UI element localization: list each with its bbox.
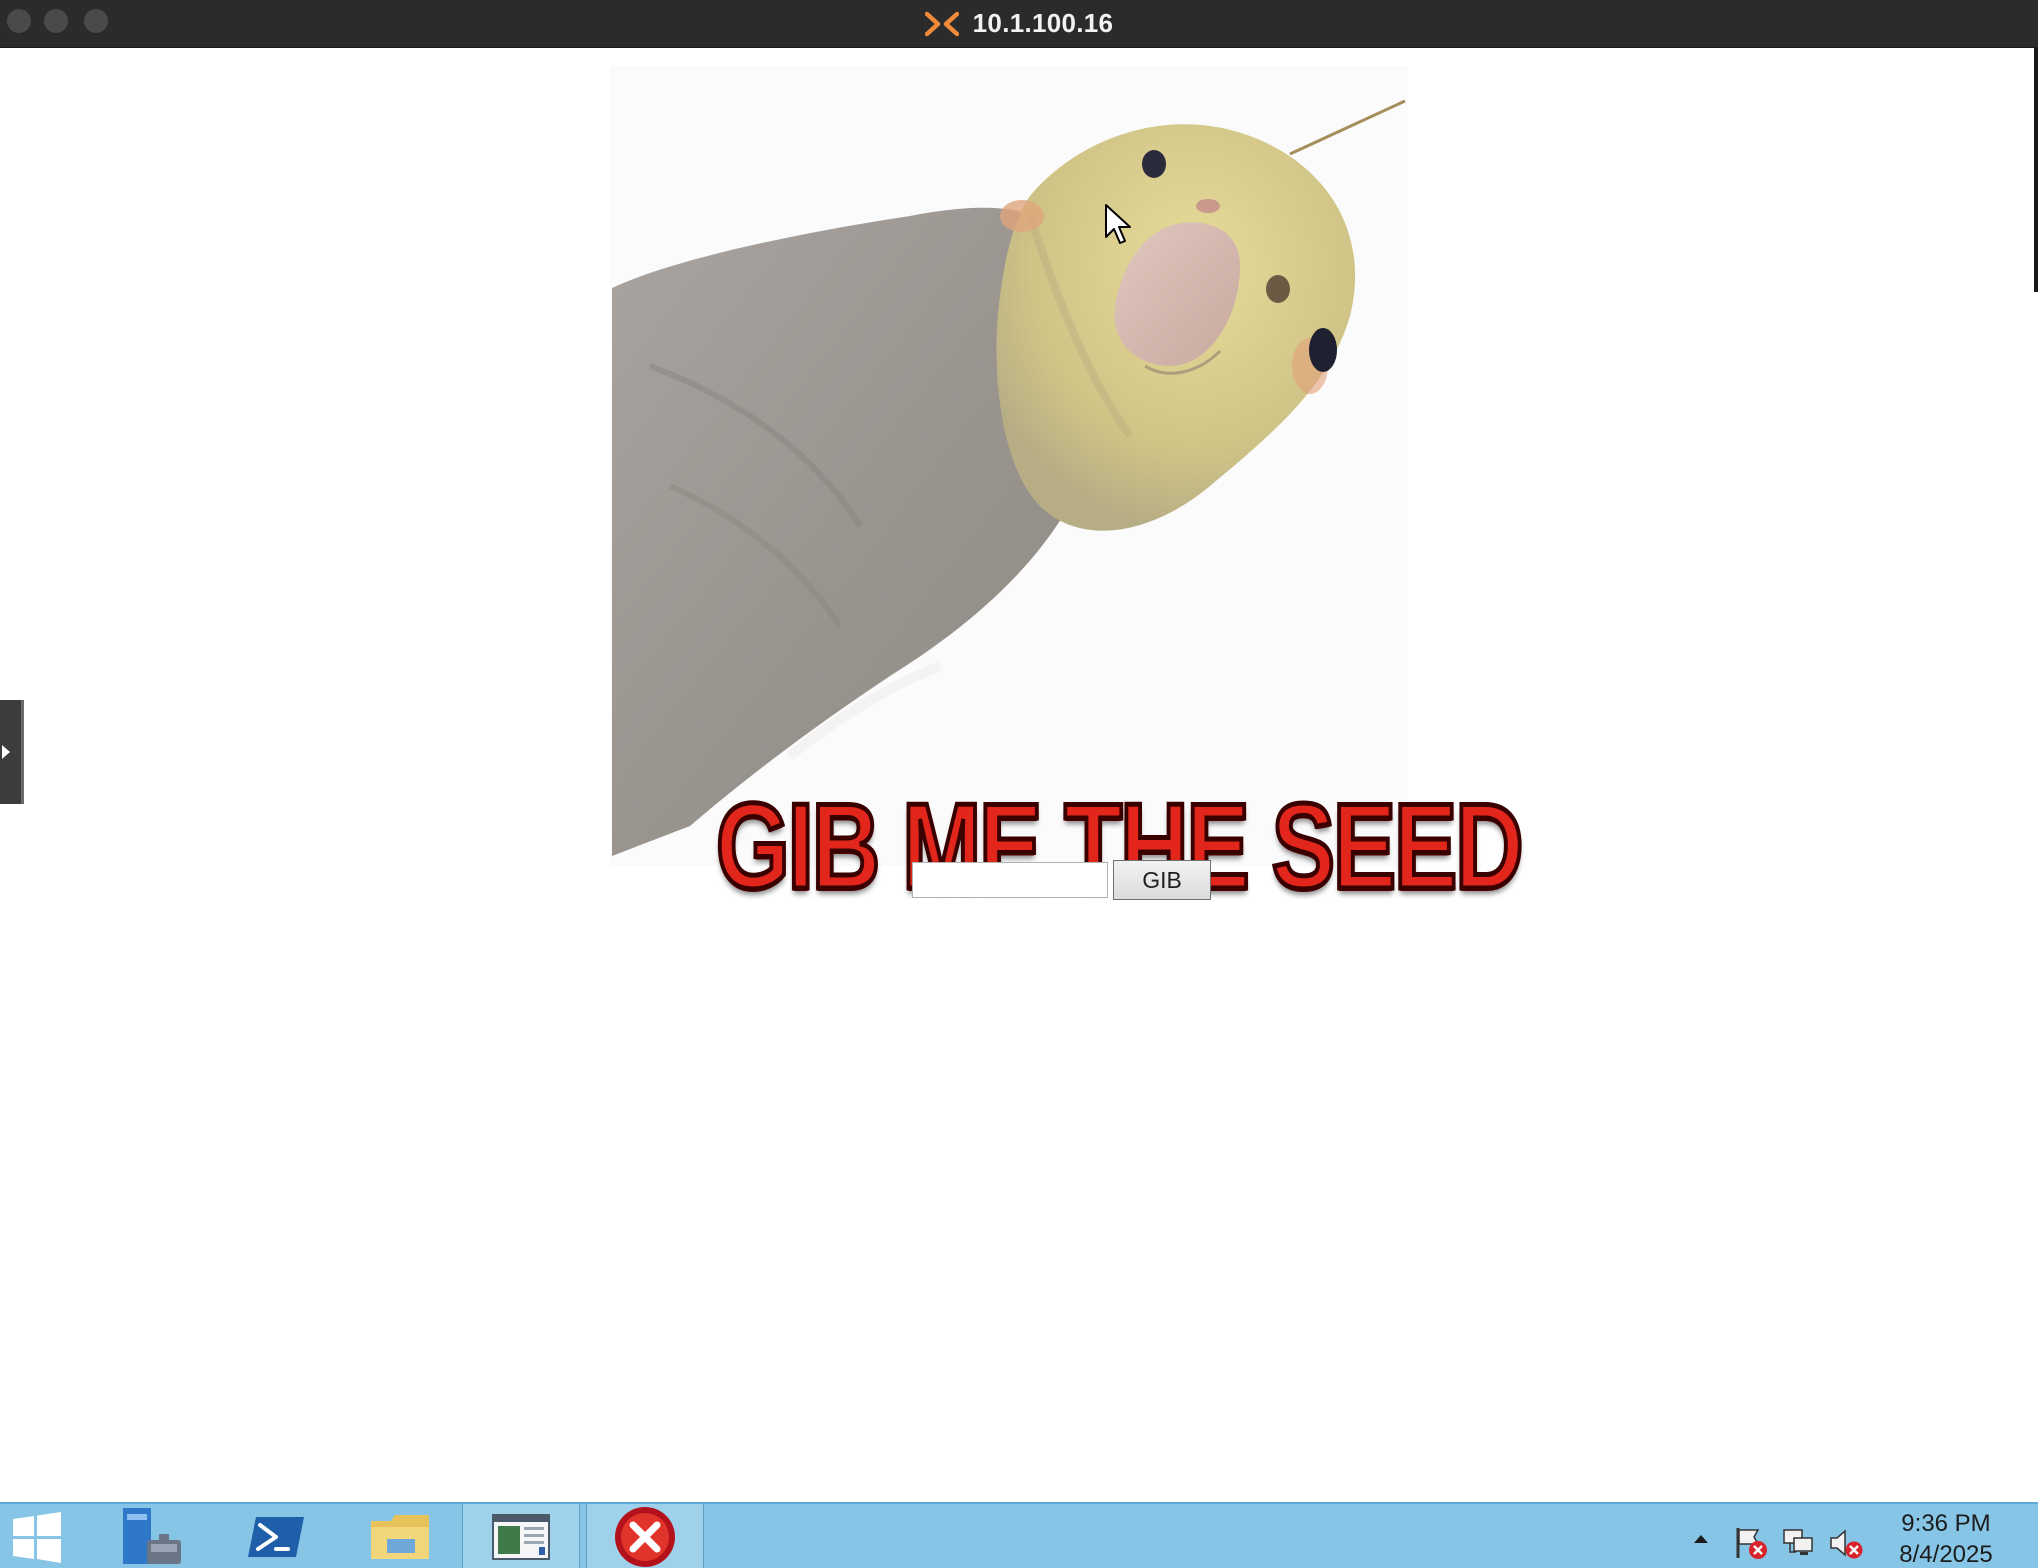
mouse-cursor-icon — [1105, 204, 1131, 244]
rdp-x-logo-icon — [924, 11, 959, 36]
taskbar-file-explorer[interactable] — [358, 1504, 442, 1568]
gib-button[interactable]: GIB — [1113, 860, 1211, 900]
side-panel-toggle[interactable] — [0, 700, 24, 804]
taskbar-server-manager[interactable] — [112, 1504, 192, 1568]
taskbar-error-window[interactable] — [586, 1504, 704, 1568]
chevron-up-icon[interactable] — [1693, 1534, 1709, 1544]
server-manager-icon — [123, 1508, 181, 1564]
network-icon[interactable] — [1782, 1526, 1816, 1560]
error-x-icon — [615, 1507, 675, 1567]
clock-time: 9:36 PM — [1901, 1510, 1991, 1537]
scrollbar-edge[interactable] — [2034, 48, 2038, 292]
browser-window-icon — [492, 1514, 550, 1560]
windows-start-icon — [13, 1512, 61, 1563]
remote-desktop-area[interactable]: GIB ME THE SEED GIB — [0, 48, 2038, 1502]
seed-input[interactable] — [912, 862, 1108, 898]
speaker-muted-icon[interactable] — [1828, 1526, 1864, 1560]
chevron-right-icon — [2, 745, 10, 759]
windows-taskbar: 9:36 PM 8/4/2025 — [0, 1502, 2038, 1568]
window-title: 10.1.100.16 — [972, 8, 1114, 38]
taskbar-browser-window[interactable] — [462, 1504, 580, 1568]
start-button[interactable] — [4, 1504, 70, 1568]
rdp-client-window: 10.1.100.16 GIB ME THE SEED GIB 9:36 PM … — [0, 0, 2038, 1568]
system-clock[interactable]: 9:36 PM 8/4/2025 — [1880, 1508, 2012, 1568]
powershell-icon — [248, 1517, 304, 1557]
action-center-flag-icon[interactable] — [1734, 1526, 1768, 1560]
clock-date: 8/4/2025 — [1899, 1541, 1993, 1568]
cockatiel-photo — [610, 66, 1408, 866]
window-title-group: 10.1.100.16 — [0, 0, 2038, 47]
title-bar[interactable]: 10.1.100.16 — [0, 0, 2038, 48]
file-explorer-icon — [371, 1515, 429, 1559]
taskbar-powershell[interactable] — [236, 1504, 316, 1568]
